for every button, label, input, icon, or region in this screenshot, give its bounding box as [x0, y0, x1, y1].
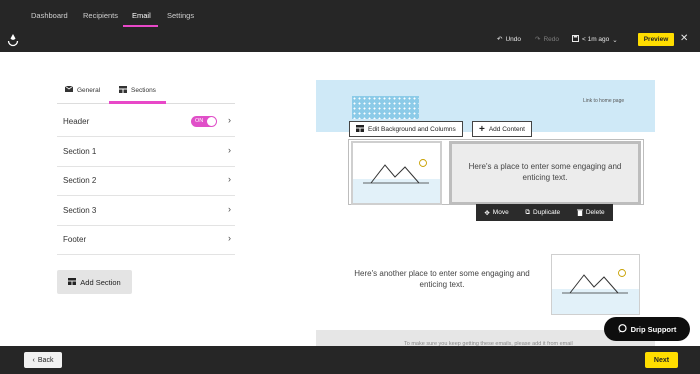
section-row-label: Section 1: [63, 147, 97, 156]
chevron-down-icon: ⌄: [612, 36, 618, 44]
duplicate-button[interactable]: ⧉ Duplicate: [525, 209, 560, 217]
image-placeholder[interactable]: [551, 254, 640, 315]
nav-recipients[interactable]: Recipients: [83, 11, 118, 20]
nav-active-indicator: [123, 25, 158, 27]
section-row-1[interactable]: Section 1 ›: [57, 138, 235, 167]
sections-icon: [119, 86, 127, 95]
edit-background-label: Edit Background and Columns: [368, 125, 456, 133]
nav-dashboard[interactable]: Dashboard: [31, 11, 68, 20]
undo-button[interactable]: ↶ Undo: [497, 35, 521, 44]
edit-background-button[interactable]: Edit Background and Columns: [349, 121, 463, 137]
mountain-image-icon: [353, 159, 440, 203]
section-row-label: Section 2: [63, 176, 97, 185]
text-block-selected[interactable]: Here's a place to enter some engaging an…: [449, 141, 641, 205]
tab-general-label: General: [77, 86, 101, 94]
image-placeholder[interactable]: [351, 141, 442, 205]
section-row-header[interactable]: Header ON ›: [57, 108, 235, 137]
section-row-label: Footer: [63, 235, 87, 244]
preview-button[interactable]: Preview: [638, 33, 674, 46]
section-row-label: Header: [63, 117, 90, 126]
save-status-dropdown[interactable]: < 1m ago ⌄: [572, 35, 618, 44]
redo-label: Redo: [543, 35, 559, 43]
chevron-left-icon: ‹: [32, 356, 35, 364]
add-content-button[interactable]: + Add Content: [472, 121, 532, 137]
mountain-image-icon: [552, 269, 639, 314]
chevron-right-icon: ›: [228, 145, 231, 155]
block-action-bar: ✥ Move ⧉ Duplicate Delete: [476, 204, 613, 221]
delete-button[interactable]: Delete: [576, 209, 605, 216]
next-button[interactable]: Next: [645, 352, 678, 368]
toggle-knob: [207, 117, 216, 126]
section-row-footer[interactable]: Footer ›: [57, 226, 235, 255]
section-row-label: Section 3: [63, 206, 97, 215]
tab-sections[interactable]: Sections: [119, 86, 156, 95]
chevron-right-icon: ›: [228, 174, 231, 184]
trash-icon: [576, 209, 583, 216]
save-icon: [572, 35, 579, 44]
toggle-state: ON: [195, 118, 204, 124]
chat-bubble-icon: [617, 323, 627, 335]
redo-icon: ↷: [535, 36, 541, 43]
chevron-right-icon: ›: [228, 233, 231, 243]
envelope-icon: [64, 85, 74, 94]
bottom-bar: [0, 346, 700, 374]
delete-label: Delete: [585, 209, 605, 216]
tab-active-indicator: [109, 101, 166, 104]
nav-email[interactable]: Email: [132, 11, 151, 20]
undo-label: Undo: [505, 35, 521, 43]
move-button[interactable]: ✥ Move: [484, 209, 508, 217]
duplicate-icon: ⧉: [525, 208, 531, 216]
chevron-right-icon: ›: [228, 204, 231, 214]
drip-support-button[interactable]: Drip Support: [604, 317, 690, 341]
add-content-label: Add Content: [488, 125, 525, 133]
sections-icon: [68, 277, 77, 287]
chevron-right-icon: ›: [228, 115, 231, 125]
section-row-3[interactable]: Section 3 ›: [57, 197, 235, 226]
back-label: Back: [37, 356, 54, 364]
nav-settings[interactable]: Settings: [167, 11, 194, 20]
section-row-2[interactable]: Section 2 ›: [57, 167, 235, 196]
redo-button[interactable]: ↷ Redo: [535, 35, 559, 44]
text-block[interactable]: Here's another place to enter some engag…: [352, 269, 532, 291]
back-button[interactable]: ‹ Back: [24, 352, 62, 368]
tab-general[interactable]: General: [64, 85, 101, 94]
add-section-label: Add Section: [80, 277, 121, 287]
header-toggle[interactable]: ON: [191, 116, 217, 127]
drip-logo-icon[interactable]: [7, 33, 19, 47]
close-icon[interactable]: ✕: [680, 33, 688, 44]
logo-placeholder-image[interactable]: [352, 96, 419, 119]
tab-sections-label: Sections: [131, 87, 156, 94]
duplicate-label: Duplicate: [533, 209, 561, 216]
plus-icon: +: [479, 123, 485, 135]
add-section-button[interactable]: Add Section: [57, 270, 132, 294]
undo-icon: ↶: [497, 36, 503, 43]
home-page-link[interactable]: Link to home page: [583, 98, 624, 104]
top-bar: [0, 0, 700, 52]
save-status-label: < 1m ago: [582, 36, 610, 43]
columns-icon: [356, 124, 364, 134]
move-icon: ✥: [484, 209, 490, 217]
move-label: Move: [492, 209, 509, 216]
drip-support-label: Drip Support: [630, 324, 677, 334]
